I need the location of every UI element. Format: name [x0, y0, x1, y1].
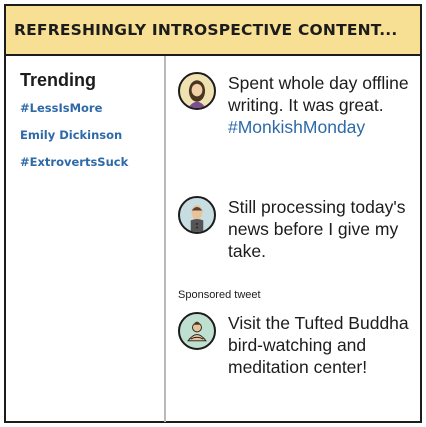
column-divider — [164, 56, 166, 422]
comic-panel: REFRESHINGLY INTROSPECTIVE CONTENT... Tr… — [4, 4, 422, 423]
tweet: Still processing today's news before I g… — [178, 196, 418, 276]
sponsored-label: Sponsored tweet — [178, 289, 261, 301]
sponsored-tweet: Visit the Tufted Buddha bird-watching an… — [178, 312, 418, 417]
buddha-avatar-icon[interactable] — [178, 312, 216, 350]
woman-avatar-icon[interactable] — [178, 72, 216, 110]
trending-item-emily-dickinson[interactable]: Emily Dickinson — [20, 128, 160, 142]
tweet-text: Still processing today's news before I g… — [228, 197, 406, 261]
tweet-text: Spent whole day offline writing. It was … — [228, 72, 418, 138]
man-avatar-icon[interactable] — [178, 196, 216, 234]
banner-title: REFRESHINGLY INTROSPECTIVE CONTENT... — [14, 21, 398, 39]
ad-text: Visit the Tufted Buddha bird-watching an… — [228, 313, 409, 377]
trending-item-lessismore[interactable]: #LessIsMore — [20, 101, 160, 115]
tweet-hashtag[interactable]: #MonkishMonday — [228, 116, 418, 138]
page-banner: REFRESHINGLY INTROSPECTIVE CONTENT... — [6, 6, 420, 56]
tweet: Spent whole day offline writing. It was … — [178, 72, 418, 172]
trending-sidebar: Trending #LessIsMore Emily Dickinson #Ex… — [20, 70, 160, 182]
trending-item-extrovertssuck[interactable]: #ExtrovertsSuck — [20, 155, 160, 169]
tweet-body: Spent whole day offline writing. It was … — [228, 73, 409, 115]
trending-heading: Trending — [20, 70, 96, 90]
